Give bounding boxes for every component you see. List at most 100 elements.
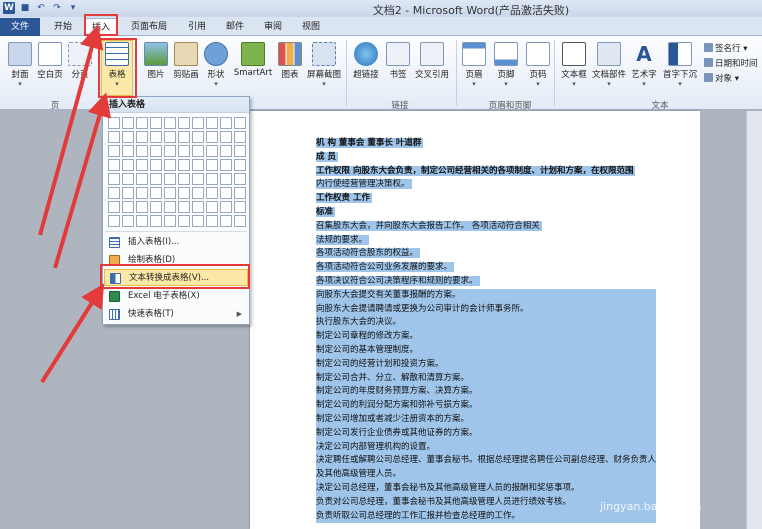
table-grid-cell[interactable]: [192, 215, 204, 227]
table-grid-cell[interactable]: [150, 187, 162, 199]
page-break-button[interactable]: 分页: [62, 42, 98, 80]
table-grid-cell[interactable]: [136, 187, 148, 199]
table-size-grid[interactable]: [108, 117, 246, 227]
tab-home[interactable]: 开始: [46, 18, 80, 36]
table-grid-cell[interactable]: [192, 159, 204, 171]
table-grid-cell[interactable]: [206, 201, 218, 213]
table-grid-cell[interactable]: [108, 159, 120, 171]
table-grid-cell[interactable]: [220, 215, 232, 227]
date-time-button[interactable]: 日期和时间: [704, 57, 758, 69]
table-grid-cell[interactable]: [206, 215, 218, 227]
table-grid-cell[interactable]: [164, 145, 176, 157]
table-grid-cell[interactable]: [234, 117, 246, 129]
insert-table-item[interactable]: 插入表格(I)...: [104, 234, 248, 251]
document-body[interactable]: 机 构 董事会 董事长 叶道群成 员工作权限 向股东大会负责，制定公司经营相关的…: [316, 137, 684, 524]
footer-button[interactable]: 页脚 ▾: [488, 42, 524, 88]
table-grid-cell[interactable]: [234, 201, 246, 213]
table-grid-cell[interactable]: [122, 117, 134, 129]
table-grid-cell[interactable]: [150, 173, 162, 185]
table-grid-cell[interactable]: [206, 159, 218, 171]
table-grid-cell[interactable]: [178, 187, 190, 199]
table-grid-cell[interactable]: [178, 201, 190, 213]
table-grid-cell[interactable]: [136, 173, 148, 185]
table-grid-cell[interactable]: [164, 173, 176, 185]
table-grid-cell[interactable]: [220, 145, 232, 157]
object-button[interactable]: 对象 ▾: [704, 72, 739, 84]
table-grid-cell[interactable]: [122, 145, 134, 157]
table-grid-cell[interactable]: [220, 117, 232, 129]
table-grid-cell[interactable]: [150, 201, 162, 213]
shapes-button[interactable]: 形状 ▾: [198, 42, 234, 88]
table-grid-cell[interactable]: [234, 215, 246, 227]
table-grid-cell[interactable]: [122, 187, 134, 199]
wordart-button[interactable]: A 艺术字 ▾: [626, 42, 662, 88]
table-grid-cell[interactable]: [192, 131, 204, 143]
table-grid-cell[interactable]: [234, 145, 246, 157]
hyperlink-button[interactable]: 超链接: [348, 42, 384, 80]
table-grid-cell[interactable]: [220, 173, 232, 185]
table-grid-cell[interactable]: [206, 131, 218, 143]
table-grid-cell[interactable]: [178, 117, 190, 129]
table-grid-cell[interactable]: [234, 159, 246, 171]
table-grid-cell[interactable]: [220, 159, 232, 171]
table-grid-cell[interactable]: [136, 215, 148, 227]
table-grid-cell[interactable]: [192, 201, 204, 213]
table-grid-cell[interactable]: [122, 173, 134, 185]
table-grid-cell[interactable]: [178, 145, 190, 157]
table-grid-cell[interactable]: [164, 215, 176, 227]
table-grid-cell[interactable]: [234, 173, 246, 185]
table-grid-cell[interactable]: [192, 173, 204, 185]
table-grid-cell[interactable]: [192, 117, 204, 129]
table-grid-cell[interactable]: [192, 187, 204, 199]
table-grid-cell[interactable]: [206, 145, 218, 157]
table-grid-cell[interactable]: [108, 145, 120, 157]
cross-reference-button[interactable]: 交叉引用: [412, 42, 452, 80]
table-grid-cell[interactable]: [150, 159, 162, 171]
excel-spreadsheet-item[interactable]: Excel 电子表格(X): [104, 288, 248, 305]
quick-tables-item[interactable]: 快速表格(T) ▶: [104, 306, 248, 323]
table-grid-cell[interactable]: [150, 131, 162, 143]
table-grid-cell[interactable]: [122, 201, 134, 213]
vertical-scrollbar[interactable]: [746, 111, 762, 529]
signature-line-button[interactable]: 签名行 ▾: [704, 42, 747, 54]
table-grid-cell[interactable]: [220, 131, 232, 143]
table-grid-cell[interactable]: [136, 131, 148, 143]
table-grid-cell[interactable]: [178, 131, 190, 143]
table-grid-cell[interactable]: [136, 145, 148, 157]
table-grid-cell[interactable]: [150, 117, 162, 129]
tab-review[interactable]: 审阅: [256, 18, 290, 36]
table-grid-cell[interactable]: [108, 187, 120, 199]
table-grid-cell[interactable]: [108, 117, 120, 129]
table-grid-cell[interactable]: [234, 187, 246, 199]
table-grid-cell[interactable]: [122, 159, 134, 171]
table-grid-cell[interactable]: [164, 131, 176, 143]
table-grid-cell[interactable]: [178, 215, 190, 227]
table-grid-cell[interactable]: [206, 173, 218, 185]
table-grid-cell[interactable]: [108, 173, 120, 185]
table-grid-cell[interactable]: [206, 117, 218, 129]
tab-page-layout[interactable]: 页面布局: [124, 18, 174, 36]
table-grid-cell[interactable]: [150, 215, 162, 227]
table-grid-cell[interactable]: [136, 201, 148, 213]
tab-file[interactable]: 文件: [0, 18, 40, 36]
quick-parts-button[interactable]: 文档部件 ▾: [590, 42, 628, 88]
drop-cap-button[interactable]: 首字下沉 ▾: [660, 42, 700, 88]
chart-button[interactable]: 图表: [272, 42, 308, 80]
table-grid-cell[interactable]: [108, 131, 120, 143]
tab-view[interactable]: 视图: [294, 18, 328, 36]
table-grid-cell[interactable]: [164, 201, 176, 213]
table-grid-cell[interactable]: [150, 145, 162, 157]
page-number-button[interactable]: 页码 ▾: [520, 42, 556, 88]
table-grid-cell[interactable]: [206, 187, 218, 199]
tab-references[interactable]: 引用: [180, 18, 214, 36]
table-grid-cell[interactable]: [164, 117, 176, 129]
table-grid-cell[interactable]: [164, 187, 176, 199]
table-grid-cell[interactable]: [108, 215, 120, 227]
header-button[interactable]: 页眉 ▾: [456, 42, 492, 88]
table-grid-cell[interactable]: [164, 159, 176, 171]
bookmark-button[interactable]: 书签: [380, 42, 416, 80]
text-box-button[interactable]: 文本框 ▾: [556, 42, 592, 88]
table-grid-cell[interactable]: [122, 131, 134, 143]
table-grid-cell[interactable]: [220, 187, 232, 199]
table-grid-cell[interactable]: [178, 159, 190, 171]
